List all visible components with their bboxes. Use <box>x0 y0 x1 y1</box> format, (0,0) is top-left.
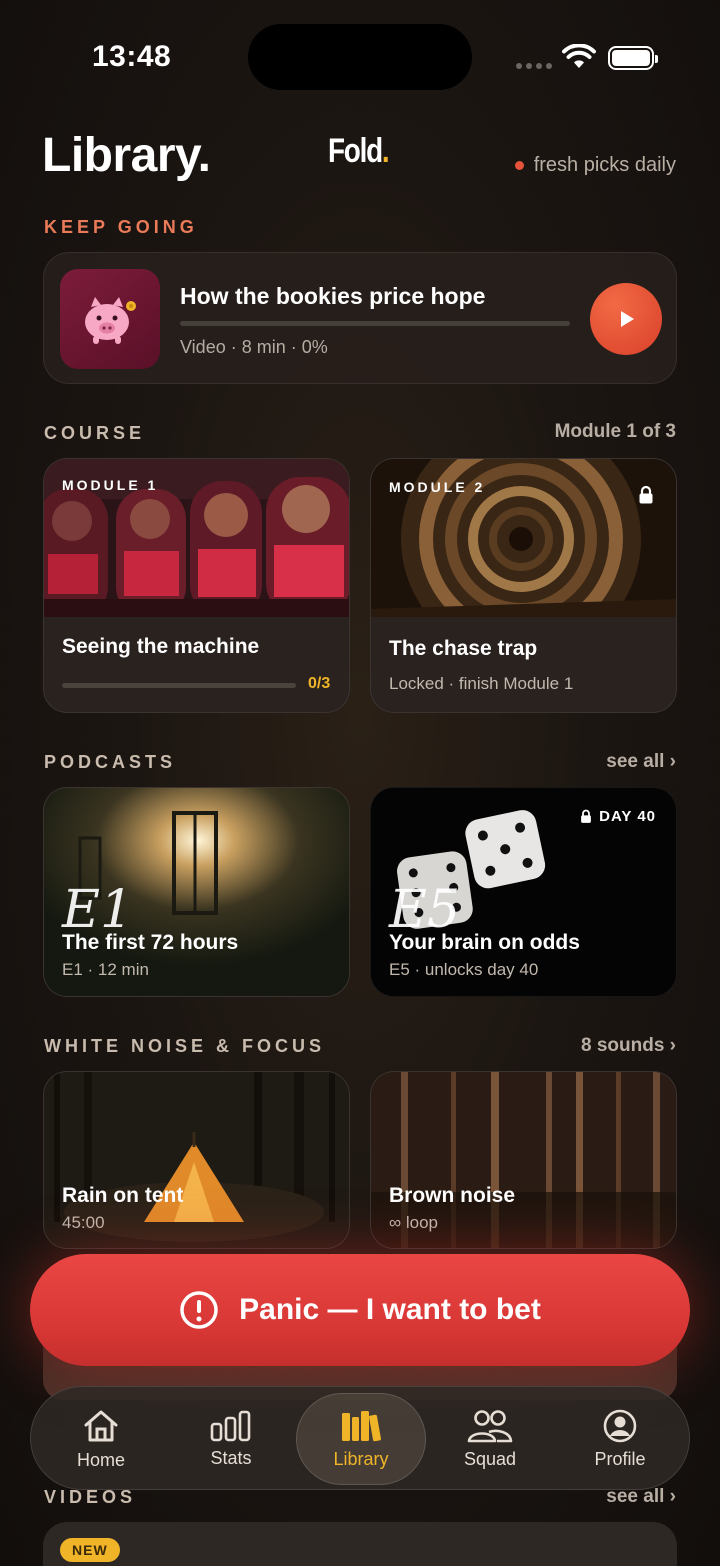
day-40-badge: DAY 40 <box>580 808 656 825</box>
sound-rain-title: Rain on tent <box>62 1184 184 1207</box>
video-card[interactable] <box>43 1522 677 1566</box>
continue-progress-bar <box>180 321 570 326</box>
tab-squad-label: Squad <box>463 1448 517 1469</box>
podcast-card-e5[interactable]: DAY 40 E5 Your brain on odds E5 · unlock… <box>370 787 677 997</box>
page-title: Library. <box>42 129 211 182</box>
play-icon <box>621 311 634 327</box>
tab-library[interactable]: Library <box>296 1393 426 1485</box>
continue-title: How the bookies price hope <box>180 283 486 309</box>
home-icon <box>84 1410 118 1441</box>
stats-icon <box>210 1410 251 1441</box>
sound-rain-duration: 45:00 <box>62 1213 105 1232</box>
continue-meta: Video · 8 min · 0% <box>180 337 328 357</box>
battery-icon <box>608 46 658 70</box>
podcast-card-e1[interactable]: E1 The first 72 hours E1 · 12 min <box>43 787 350 997</box>
module-card-1[interactable]: MODULE 1 Seeing the machine 0/3 <box>43 458 350 713</box>
sound-brown-title: Brown noise <box>389 1184 516 1207</box>
profile-icon <box>603 1409 637 1442</box>
lock-icon <box>581 809 591 823</box>
lock-icon <box>639 485 653 504</box>
fresh-picks-label: fresh picks daily <box>533 154 676 176</box>
dynamic-island <box>248 24 472 90</box>
podcast-e5-meta: E5 · unlocks day 40 <box>389 960 539 979</box>
piggy-bank-thumbnail <box>60 269 160 369</box>
wifi-icon <box>562 44 596 68</box>
module-1-progress-text: 0/3 <box>308 675 331 692</box>
status-time: 13:48 <box>92 40 172 73</box>
sound-brown-duration: ∞ loop <box>389 1213 438 1232</box>
podcast-e5-title: Your brain on odds <box>389 931 580 954</box>
course-heading: COURSE <box>44 423 146 443</box>
podcast-e1-meta: E1 · 12 min <box>62 960 149 979</box>
tab-home-label: Home <box>76 1449 125 1470</box>
alert-icon <box>180 1291 218 1329</box>
module-1-tag: MODULE 1 <box>62 477 159 493</box>
podcast-e1-title: The first 72 hours <box>62 931 239 954</box>
new-badge: NEW <box>60 1538 120 1562</box>
sounds-count-link[interactable]: 8 sounds › <box>581 1035 676 1057</box>
white-noise-heading: WHITE NOISE & FOCUS <box>44 1036 326 1056</box>
squad-icon <box>467 1409 513 1442</box>
module-1-progress-bar <box>62 683 296 688</box>
piggy-bank-icon <box>85 297 136 344</box>
podcasts-see-all-link[interactable]: see all › <box>606 751 676 773</box>
keep-going-heading: KEEP GOING <box>44 217 198 237</box>
fresh-picks-indicator: fresh picks daily <box>514 154 676 177</box>
bottom-tab-bar: Home Stats Library Squad Profile <box>30 1386 690 1490</box>
course-module-count[interactable]: Module 1 of 3 <box>555 421 676 443</box>
brand-logo: Fold. <box>328 132 390 170</box>
play-button[interactable] <box>590 283 662 355</box>
continue-card[interactable]: How the bookies price hope Video · 8 min… <box>43 252 677 384</box>
tab-home[interactable]: Home <box>36 1387 166 1491</box>
podcasts-heading: PODCASTS <box>44 752 177 772</box>
tab-squad[interactable]: Squad <box>425 1387 555 1491</box>
module-2-tag: MODULE 2 <box>389 479 486 495</box>
module-2-locked-note: Locked · finish Module 1 <box>389 674 574 693</box>
tab-profile[interactable]: Profile <box>555 1387 685 1491</box>
panic-button[interactable]: Panic — I want to bet <box>30 1254 690 1366</box>
tab-stats-label: Stats <box>210 1447 252 1468</box>
tab-profile-label: Profile <box>594 1448 646 1469</box>
module-card-2[interactable]: MODULE 2 The chase trap Locked · finish … <box>370 458 677 713</box>
day-40-label: DAY 40 <box>599 808 656 825</box>
module-2-title: The chase trap <box>389 637 538 660</box>
library-icon <box>342 1410 381 1441</box>
tab-stats[interactable]: Stats <box>166 1387 296 1491</box>
sound-card-rain-on-tent[interactable]: Rain on tent 45:00 <box>43 1071 350 1249</box>
tab-library-label: Library <box>333 1448 389 1469</box>
panic-label: Panic — I want to bet <box>239 1293 541 1326</box>
module-1-title: Seeing the machine <box>62 635 260 658</box>
sound-card-brown-noise[interactable]: Brown noise ∞ loop <box>370 1071 677 1249</box>
live-dot-icon <box>514 161 524 170</box>
cellular-signal-icon <box>516 63 552 69</box>
